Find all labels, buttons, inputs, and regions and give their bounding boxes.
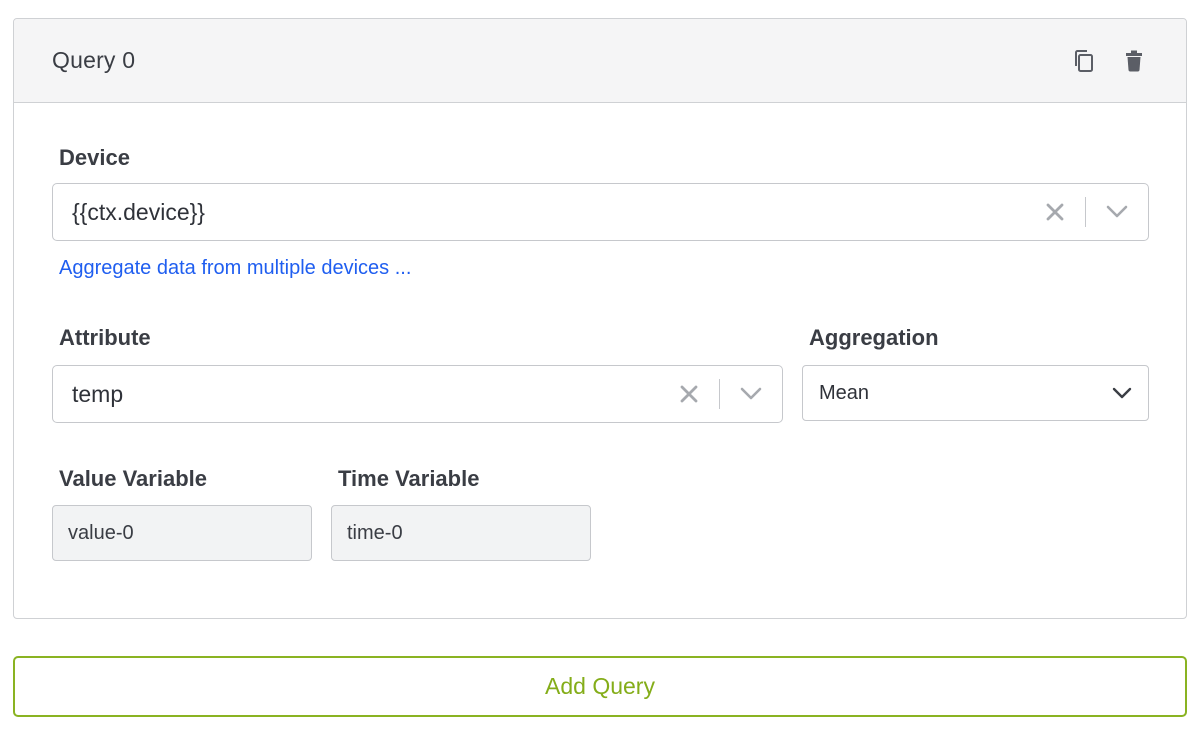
delete-query-button[interactable] — [1120, 47, 1148, 75]
query-card: Query 0 Device {{ctx.device}} Aggregate … — [13, 18, 1187, 619]
attribute-select-divider — [719, 379, 720, 409]
device-dropdown-toggle[interactable] — [1102, 205, 1132, 219]
aggregation-label: Aggregation — [809, 325, 939, 350]
device-clear-icon[interactable] — [1039, 203, 1071, 221]
device-select[interactable]: {{ctx.device}} — [52, 183, 1149, 241]
close-icon — [680, 385, 698, 403]
copy-icon — [1075, 49, 1093, 72]
query-actions — [1070, 47, 1148, 75]
aggregate-devices-link[interactable]: Aggregate data from multiple devices ... — [59, 257, 411, 280]
attribute-label: Attribute — [59, 325, 151, 350]
attribute-select-value: temp — [72, 380, 124, 407]
chevron-down-icon — [1112, 387, 1132, 399]
query-title: Query 0 — [52, 47, 136, 73]
attribute-dropdown-toggle[interactable] — [736, 387, 766, 401]
time-variable-input: time-0 — [331, 505, 591, 561]
duplicate-query-button[interactable] — [1070, 47, 1098, 75]
aggregation-select[interactable]: Mean — [802, 365, 1149, 421]
chevron-down-icon — [1106, 205, 1128, 218]
trash-icon — [1126, 50, 1142, 71]
value-variable-label: Value Variable — [59, 466, 207, 491]
time-variable-label: Time Variable — [338, 466, 480, 491]
query-card-body: Device {{ctx.device}} Aggregate data fro… — [14, 103, 1186, 619]
attribute-select[interactable]: temp — [52, 365, 783, 423]
value-variable-input: value-0 — [52, 505, 312, 561]
add-query-button[interactable]: Add Query — [13, 656, 1187, 717]
attribute-clear-icon[interactable] — [673, 385, 705, 403]
device-label: Device — [59, 145, 130, 170]
chevron-down-icon — [740, 387, 762, 400]
aggregation-select-value: Mean — [819, 381, 870, 404]
device-select-divider — [1085, 197, 1086, 227]
query-card-header: Query 0 — [14, 19, 1186, 103]
close-icon — [1046, 203, 1064, 221]
device-select-value: {{ctx.device}} — [72, 198, 205, 225]
